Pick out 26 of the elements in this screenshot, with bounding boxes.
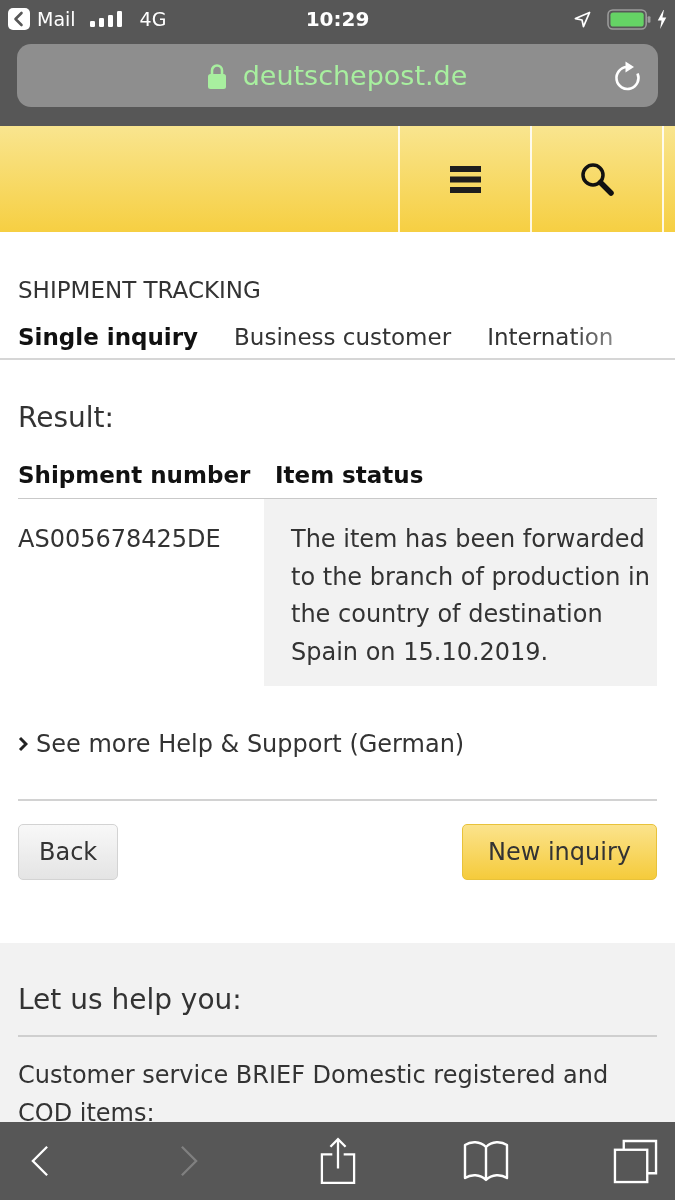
url-text: deutschepost.de	[242, 58, 468, 93]
tab[interactable]: Business customer	[234, 321, 452, 352]
tab[interactable]: Internation	[487, 321, 614, 352]
table-cell-text: AS005678425DE	[18, 524, 222, 555]
tab[interactable]: Single inquiry	[18, 321, 199, 352]
battery-icon	[607, 8, 651, 30]
help-link[interactable]: See more Help & Support (German)	[18, 726, 465, 762]
section-title: SHIPMENT TRACKING	[18, 276, 262, 305]
location-icon	[574, 10, 591, 28]
new-inquiry-button[interactable]: New inquiry	[461, 824, 657, 880]
search-icon	[580, 162, 614, 196]
help-heading: Let us help you:	[18, 982, 243, 1018]
help-text: Customer service BRIEF Domestic registered and COD items:	[18, 1060, 610, 1122]
back-to-app-button[interactable]: Mail	[8, 8, 76, 30]
result-label: Result:	[18, 400, 115, 436]
bolt-icon	[657, 9, 667, 29]
chevron-right-icon	[18, 736, 28, 752]
table-cell: The item has been forwarded to the branch of production in the country of destination Spain on 15.10.2019.	[264, 499, 657, 686]
reload-icon[interactable]	[612, 59, 642, 92]
status-time: 10:29	[305, 7, 370, 31]
menu-icon	[449, 165, 481, 193]
chevron-left-icon	[8, 8, 30, 30]
network-type: 4G	[139, 8, 167, 30]
back-button[interactable]: Back	[18, 824, 119, 880]
column-header: Shipment number	[18, 455, 264, 499]
signal-icon	[89, 11, 122, 27]
